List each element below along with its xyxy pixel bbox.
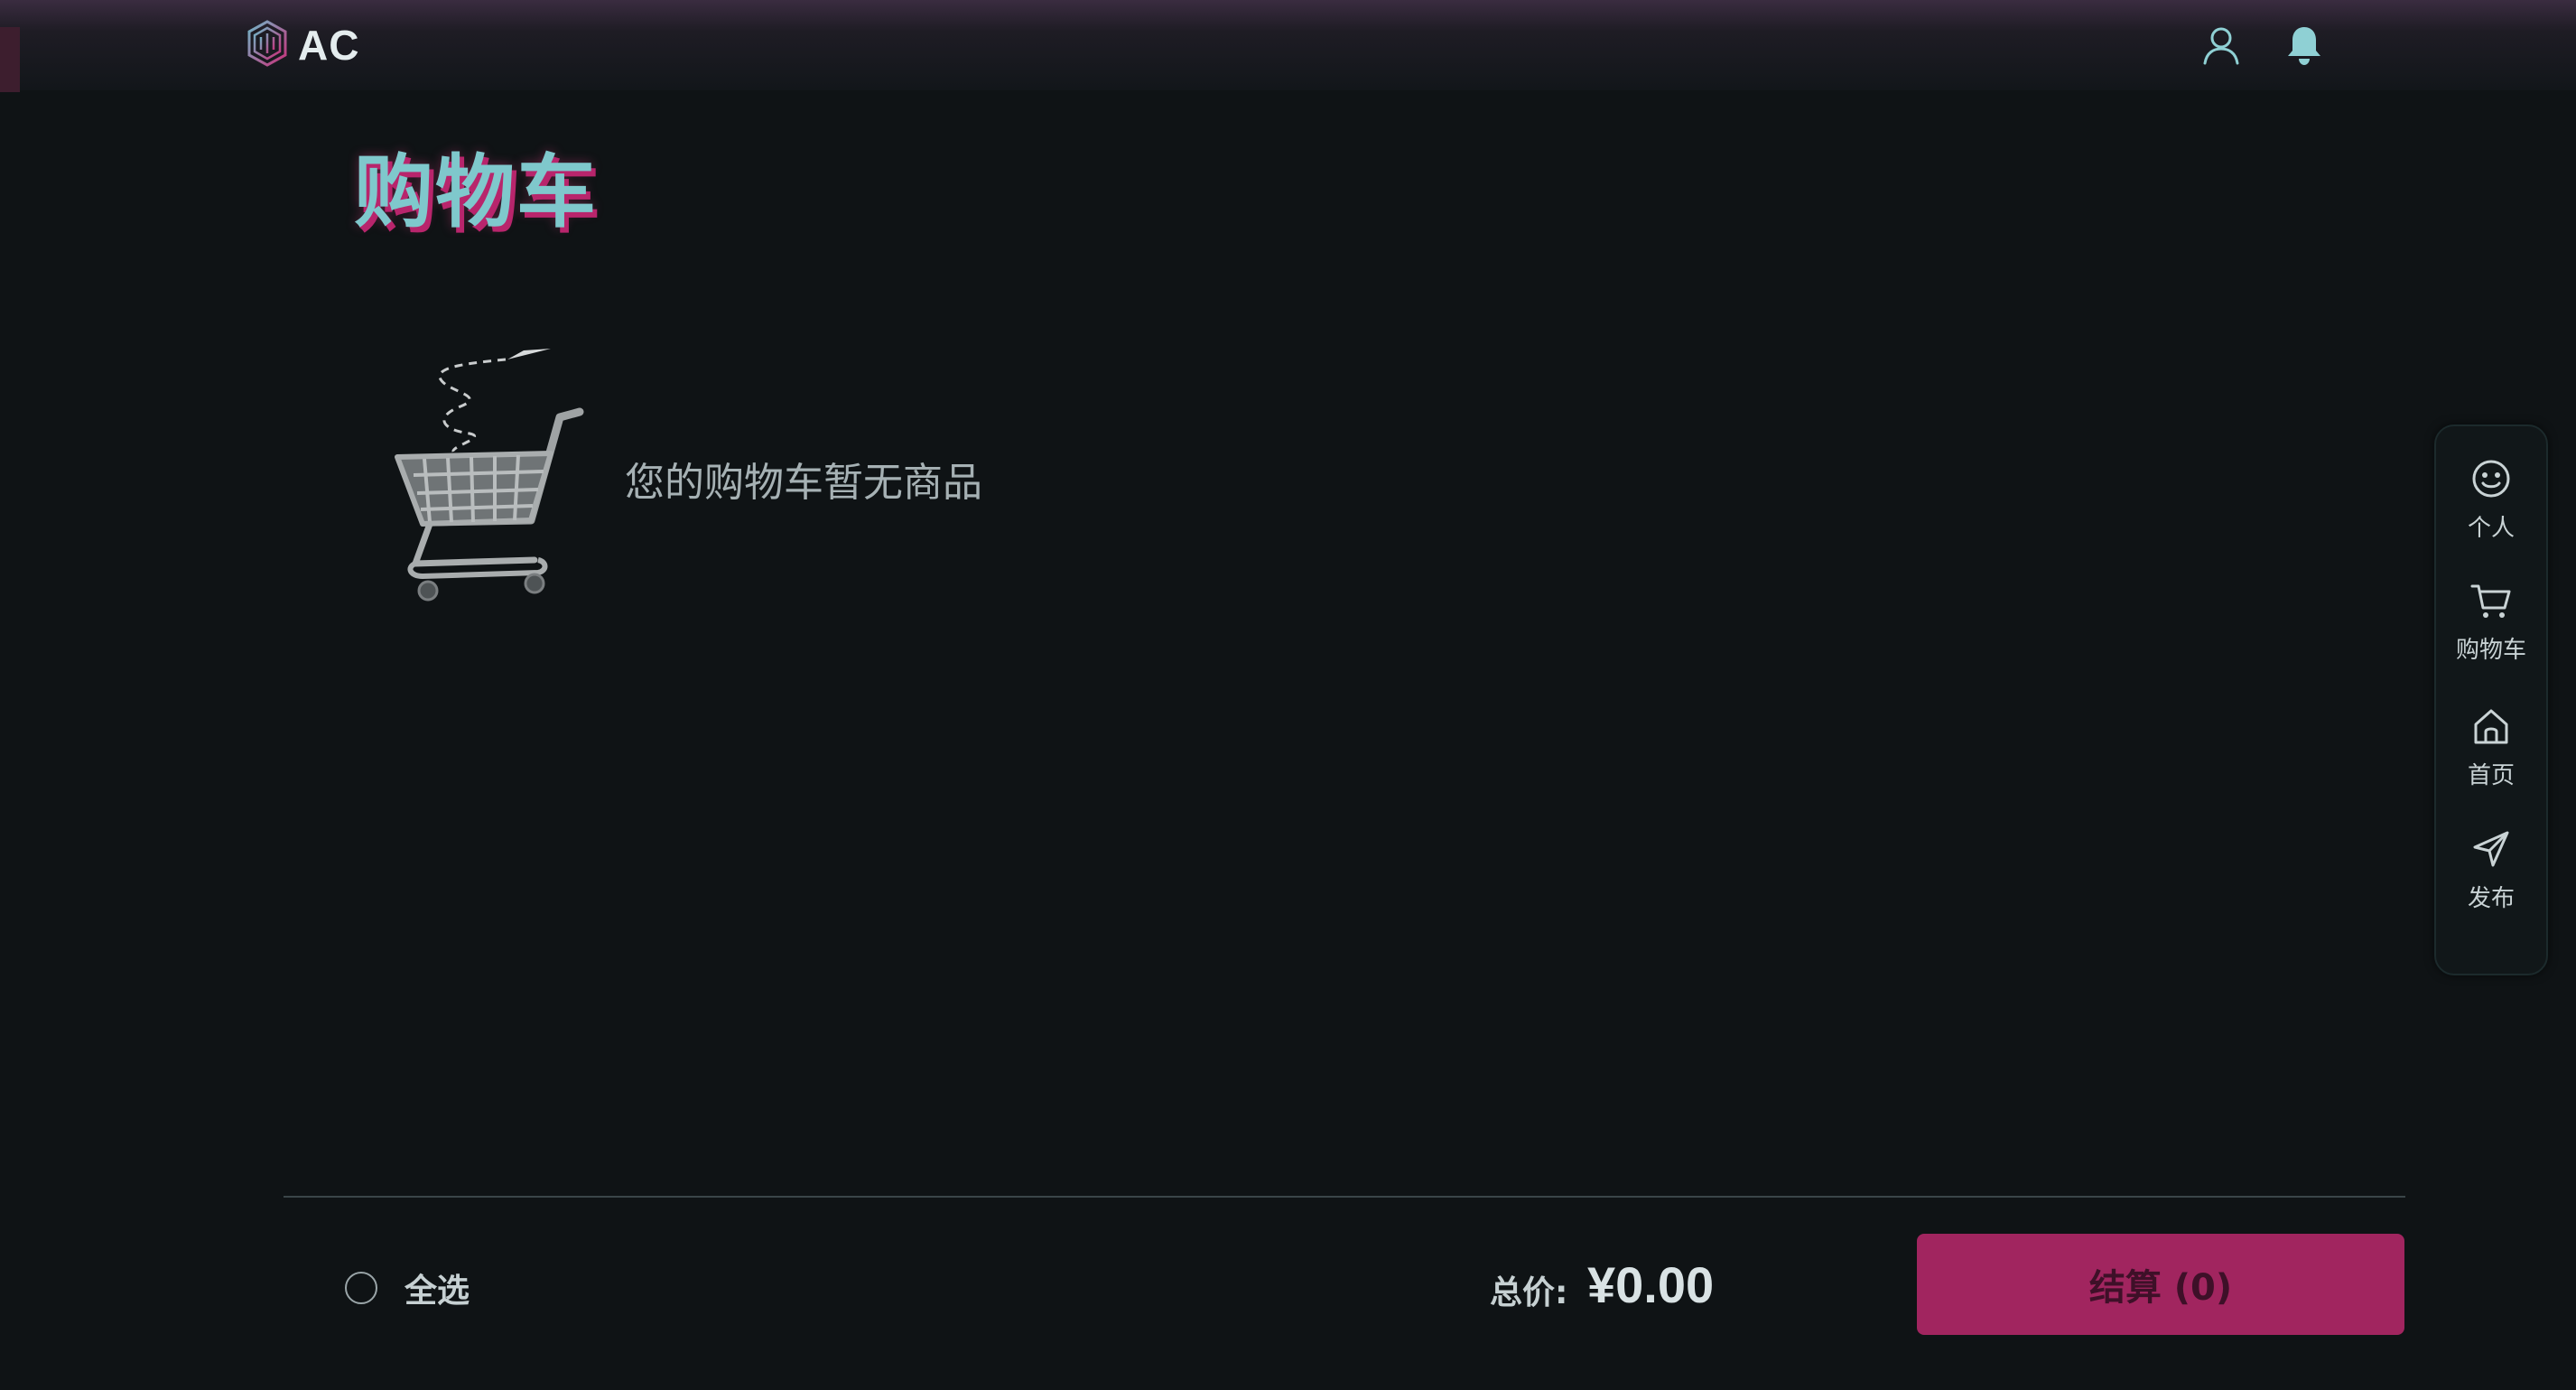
sidenav-item-cart[interactable]: 购物车 — [2436, 569, 2546, 677]
sidenav-item-home[interactable]: 首页 — [2436, 694, 2546, 802]
sidenav-label: 发布 — [2467, 884, 2515, 912]
select-all-checkbox[interactable]: 全选 — [345, 1264, 470, 1311]
footer-divider — [284, 1196, 2405, 1198]
side-nav: 个人 购物车 首页 发布 — [2434, 424, 2548, 975]
top-bar: AC — [0, 0, 2576, 92]
sidenav-label: 首页 — [2467, 761, 2515, 789]
checkout-button[interactable]: 结算 (0) — [1917, 1234, 2404, 1335]
bell-icon[interactable] — [2279, 20, 2330, 70]
send-icon — [2471, 829, 2511, 872]
user-icon[interactable] — [2196, 20, 2246, 70]
sidenav-label: 购物车 — [2455, 636, 2526, 664]
cart-icon — [2470, 583, 2512, 624]
page-title: 购物车 — [354, 145, 599, 238]
logo-icon — [246, 19, 289, 71]
sidenav-item-profile[interactable]: 个人 — [2436, 446, 2546, 555]
empty-cart-illustration — [379, 340, 596, 611]
total-price-value: ¥0.00 — [1587, 1256, 1715, 1313]
sidenav-item-publish[interactable]: 发布 — [2436, 816, 2546, 925]
smiley-icon — [2471, 459, 2511, 502]
total-price-label: 总价: — [1490, 1274, 1568, 1311]
page: AC 购物车 您的购物车暂无商品 个人 购物车 首页 发布 全选 总价: ¥0.… — [0, 0, 2576, 1390]
top-bar-accent — [0, 27, 20, 92]
sidenav-label: 个人 — [2467, 514, 2515, 542]
select-all-radio[interactable] — [345, 1272, 377, 1304]
home-icon — [2471, 706, 2511, 750]
logo[interactable]: AC — [246, 18, 359, 72]
empty-cart-message: 您的购物车暂无商品 — [625, 460, 982, 506]
logo-text: AC — [298, 22, 360, 69]
select-all-label: 全选 — [405, 1273, 470, 1310]
